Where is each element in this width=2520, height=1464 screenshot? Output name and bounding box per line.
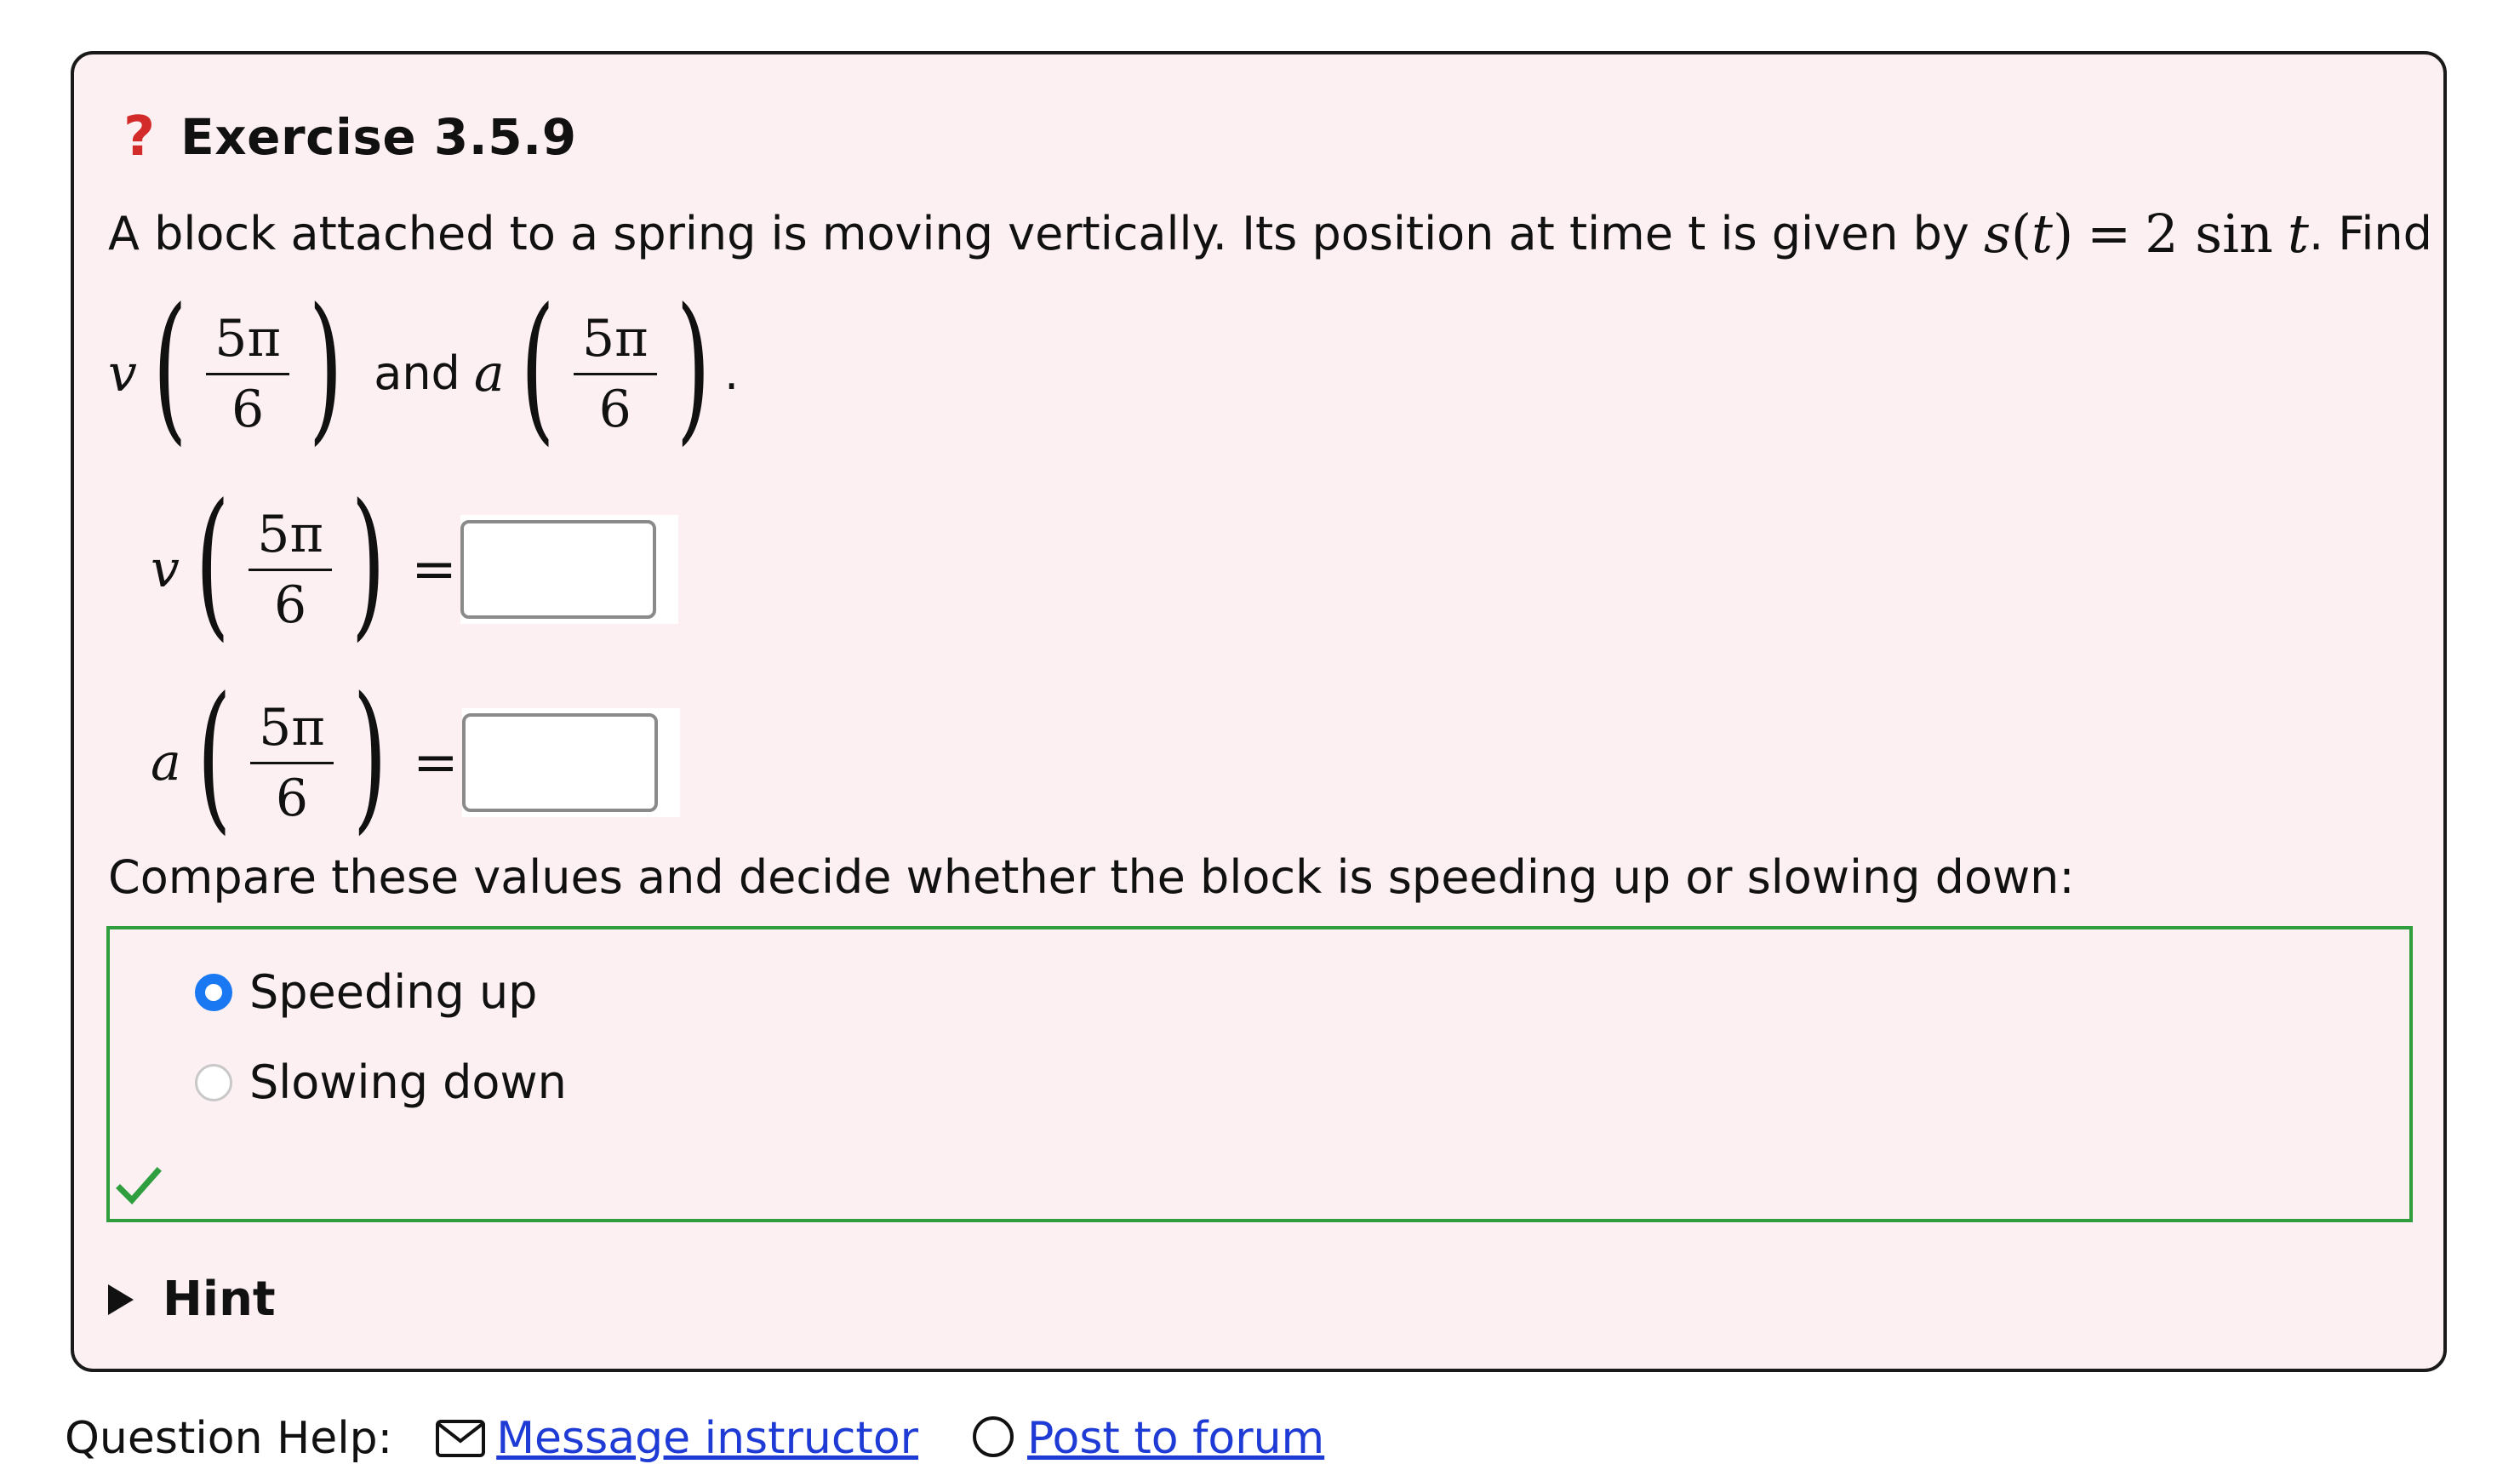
- formula-equals: =: [2087, 203, 2132, 265]
- fraction-denominator: 6: [275, 768, 309, 828]
- exercise-header: ? Exercise 3.5.9: [123, 99, 577, 175]
- exercise-card: ? Exercise 3.5.9 A block attached to a s…: [71, 51, 2447, 1372]
- choice-slowing-down[interactable]: Slowing down: [195, 1055, 567, 1109]
- radio-slowing-down[interactable]: [195, 1063, 232, 1101]
- fraction-numerator: 5π: [214, 308, 281, 369]
- formula-rhs-coef: 2 sin: [2145, 203, 2273, 265]
- hint-toggle[interactable]: Hint: [108, 1272, 276, 1327]
- fraction-numerator: 5π: [257, 504, 323, 564]
- choice-group: Speeding up Slowing down: [106, 926, 2413, 1222]
- fn-a-label: a: [473, 344, 505, 403]
- choice-label: Slowing down: [249, 1055, 567, 1109]
- acceleration-row: a ( 5π 6 ) =: [151, 661, 680, 865]
- fraction-numerator: 5π: [581, 308, 649, 369]
- speech-bubble-icon: [973, 1416, 1014, 1457]
- formula-rhs-var: t: [2288, 203, 2309, 265]
- disclosure-triangle-icon: [108, 1284, 134, 1315]
- hint-label: Hint: [163, 1272, 276, 1327]
- fn-v-label: v: [108, 344, 137, 403]
- formula-t: t: [2031, 203, 2053, 265]
- fraction-numerator: 5π: [259, 697, 325, 758]
- message-instructor-link[interactable]: Message instructor: [496, 1413, 918, 1464]
- compare-prompt: Compare these values and decide whether …: [108, 850, 2075, 904]
- exercise-title: Exercise 3.5.9: [180, 108, 577, 166]
- and-label: and: [374, 346, 460, 400]
- velocity-row: v ( 5π 6 ) =: [151, 467, 678, 672]
- paren-fraction: ( 5π 6 ): [197, 663, 387, 849]
- paren-fraction: ( 5π 6 ): [152, 274, 343, 460]
- envelope-icon: [436, 1420, 486, 1457]
- radio-speeding-up[interactable]: [195, 973, 232, 1011]
- problem-statement: A block attached to a spring is moving v…: [108, 203, 2432, 265]
- equals-sign: =: [413, 731, 459, 794]
- fraction-denominator: 6: [273, 575, 307, 635]
- problem-intro-text: A block attached to a spring is moving v…: [108, 207, 1969, 260]
- paren-fraction: ( 5π 6 ): [520, 274, 711, 460]
- choice-label: Speeding up: [249, 965, 538, 1019]
- post-to-forum-link[interactable]: Post to forum: [1027, 1413, 1324, 1464]
- paren-fraction: ( 5π 6 ): [195, 470, 386, 656]
- correct-checkmark-icon: [116, 1167, 162, 1205]
- question-mark-icon: ?: [123, 106, 156, 169]
- fn-v-label: v: [151, 540, 180, 599]
- find-label: . Find: [2308, 207, 2432, 260]
- velocity-answer-input[interactable]: [460, 520, 656, 619]
- acceleration-answer-input[interactable]: [461, 713, 658, 812]
- fn-a-label: a: [151, 733, 181, 792]
- fraction-denominator: 6: [598, 379, 631, 439]
- problem-targets: v ( 5π 6 ) and a ( 5π 6 ) .: [108, 272, 739, 476]
- formula-s: s: [1984, 203, 2011, 265]
- choice-speeding-up[interactable]: Speeding up: [195, 965, 537, 1019]
- question-help-label: Question Help:: [65, 1413, 393, 1464]
- fraction-denominator: 6: [231, 379, 265, 439]
- equals-sign: =: [411, 538, 457, 601]
- question-help-bar: Question Help: Message instructor Post t…: [65, 1413, 1324, 1464]
- period: .: [723, 346, 740, 400]
